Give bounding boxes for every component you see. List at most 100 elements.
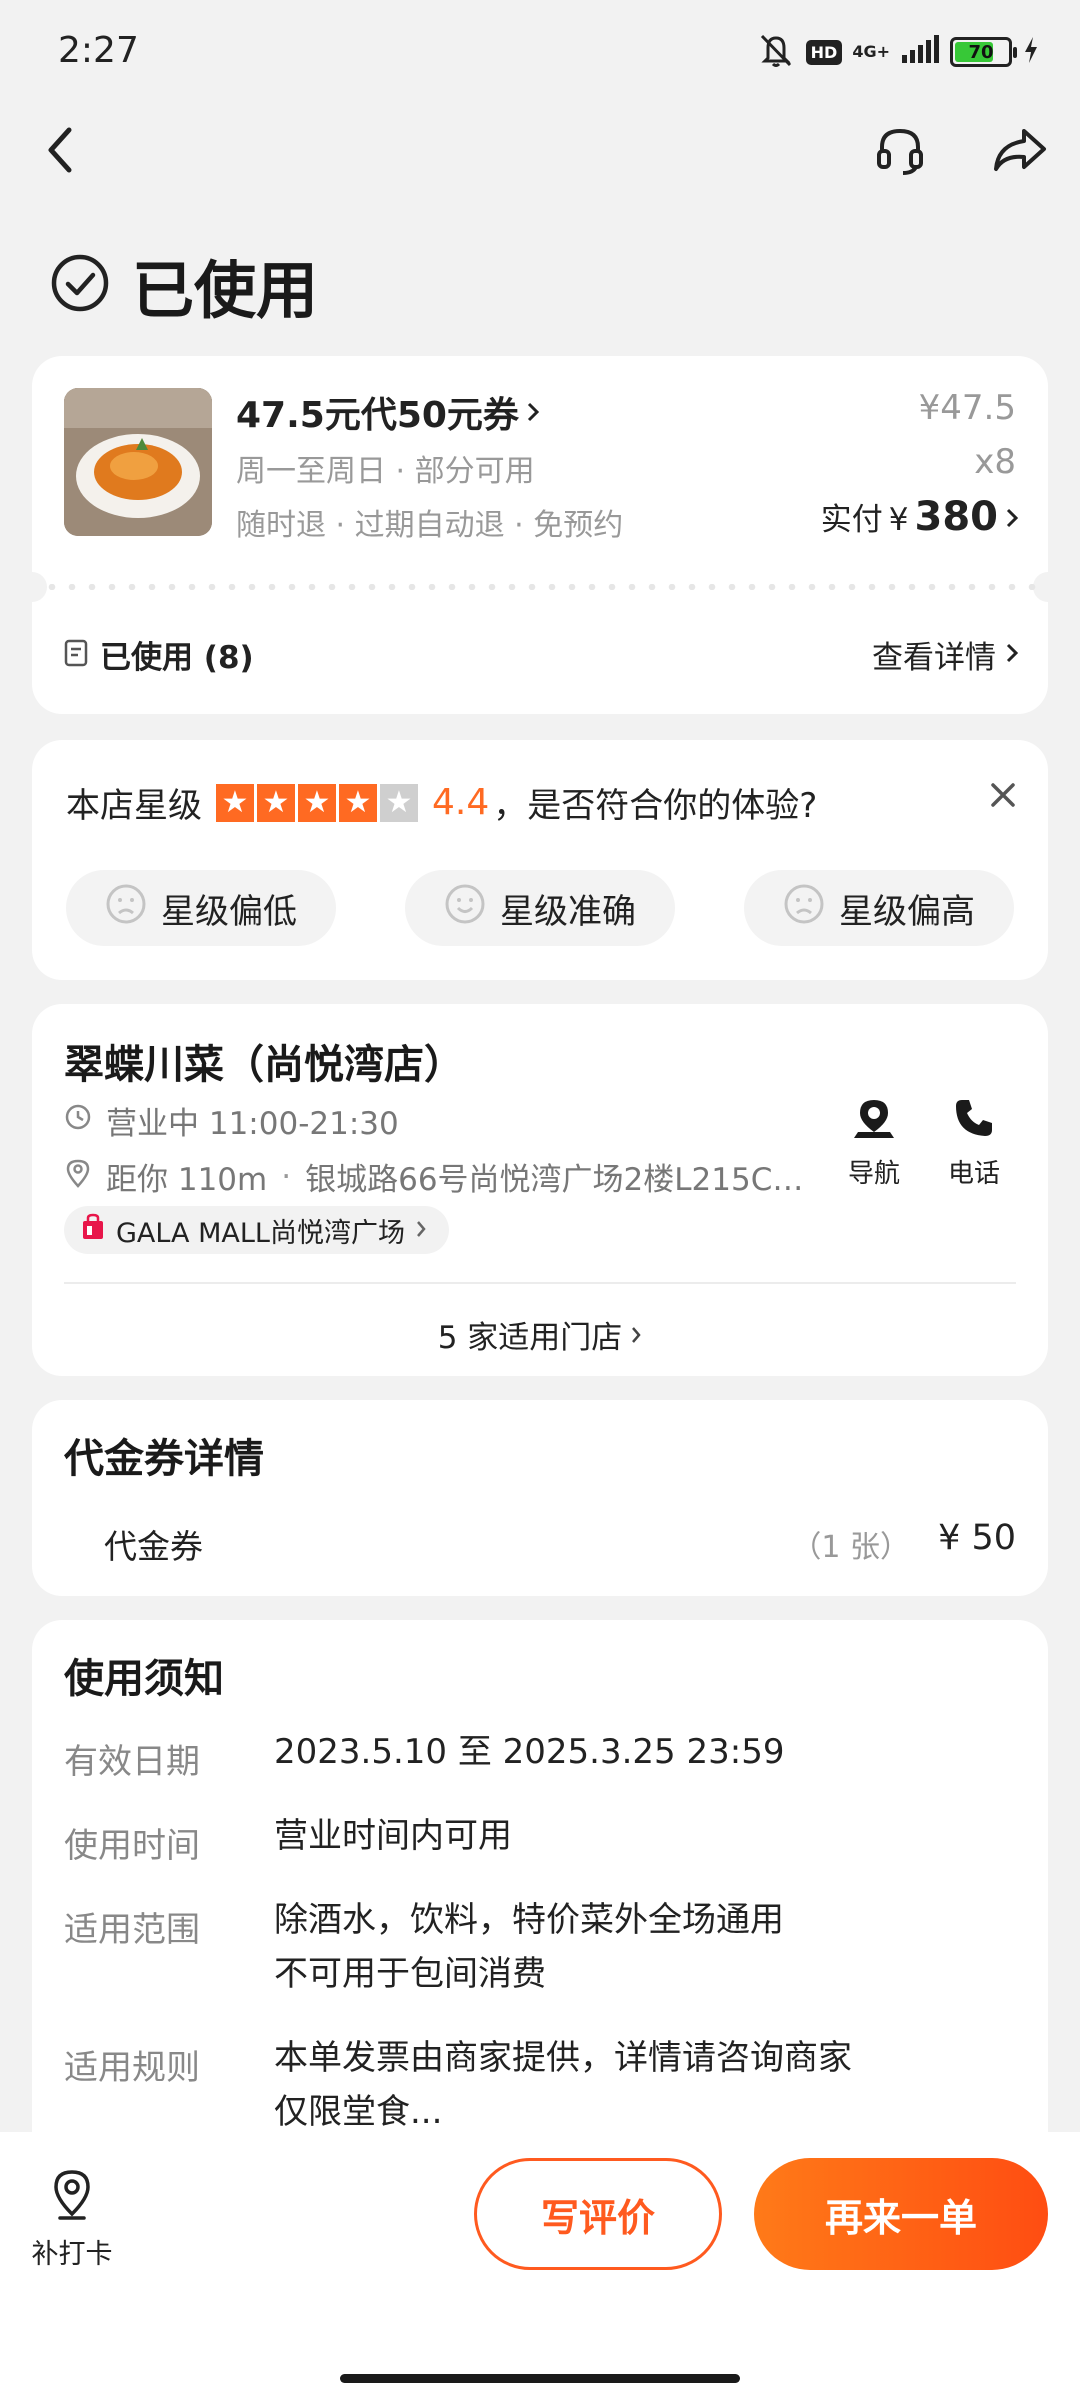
coupon-title: 47.5元代50元券 <box>236 395 519 436</box>
view-details-label: 查看详情 <box>872 640 996 676</box>
rating-low-button[interactable]: 星级偏低 <box>66 870 336 946</box>
store-hours-row: 营业中 11:00-21:30 <box>64 1098 399 1143</box>
rating-low-label: 星级偏低 <box>161 891 297 932</box>
ticket-divider <box>42 584 1038 590</box>
bottom-action-bar: 补打卡 写评价 再来一单 <box>0 2132 1080 2400</box>
rating-accurate-label: 星级准确 <box>500 891 636 932</box>
star-filled-icon: ★ <box>216 783 254 822</box>
battery-level: 70 <box>968 41 994 63</box>
status-icons: HD 4G+ 70 <box>756 32 1040 72</box>
star-filled-icon: ★ <box>298 783 336 822</box>
close-icon[interactable] <box>988 780 1018 814</box>
customer-service-icon[interactable] <box>870 120 930 180</box>
dish-image[interactable] <box>64 388 212 536</box>
store-address-row[interactable]: 距你 110m · 银城路66号尚悦湾广场2楼L215C… <box>64 1154 803 1199</box>
unit-price: ¥47.5 <box>918 388 1016 428</box>
store-card: 翠蝶川菜（尚悦湾店） 营业中 11:00-21:30 距你 110m · 银城路… <box>32 1004 1048 1376</box>
view-details-link[interactable]: 查看详情 <box>872 632 1020 677</box>
battery-icon: 70 <box>950 37 1017 67</box>
smile-face-icon <box>444 883 486 934</box>
voucher-item-count: （1 张） <box>791 1530 910 1565</box>
paid-currency: ¥ <box>888 502 909 538</box>
status-title: 已使用 <box>132 254 319 327</box>
coupon-card: 47.5元代50元券 周一至周日 · 部分可用 随时退 · 过期自动退 · 免预… <box>17 356 1063 714</box>
charging-icon <box>1022 35 1040 69</box>
note-value: 不可用于包间消费 <box>274 1954 546 1994</box>
applicable-stores-link[interactable]: 5 家适用门店 <box>32 1312 1048 1357</box>
home-indicator[interactable] <box>340 2374 740 2383</box>
paid-label: 实付 <box>820 502 883 538</box>
mall-tag[interactable]: GALA MALL尚悦湾广场 <box>64 1206 449 1254</box>
clock-icon <box>64 1103 92 1139</box>
note-label: 适用规则 <box>64 2048 200 2088</box>
applicable-stores-label: 5 家适用门店 <box>437 1320 623 1356</box>
reorder-button[interactable]: 再来一单 <box>754 2158 1048 2270</box>
rating-label: 本店星级 <box>66 786 202 826</box>
chevron-right-icon <box>1004 506 1020 534</box>
separator-dot: · <box>281 1158 292 1195</box>
note-label: 有效日期 <box>64 1742 200 1782</box>
note-value: 本单发票由商家提供，详情请咨询商家 <box>274 2038 852 2078</box>
store-hours: 营业中 11:00-21:30 <box>106 1106 399 1142</box>
rating-score: 4.4 <box>432 782 490 823</box>
paid-amount-link[interactable]: 实付 ¥ 380 <box>821 494 1020 540</box>
navigation-pin-icon <box>852 1096 896 1147</box>
sad-face-icon <box>783 883 825 934</box>
checkin-label: 补打卡 <box>31 2239 113 2270</box>
mute-icon <box>756 32 796 72</box>
chevron-right-icon <box>525 392 541 433</box>
star-filled-icon: ★ <box>339 783 377 822</box>
note-value: 仅限堂食... <box>274 2092 443 2132</box>
sad-face-icon <box>105 883 147 934</box>
mall-name: GALA MALL尚悦湾广场 <box>116 1217 405 1249</box>
voucher-item-name: 代金券 <box>104 1527 203 1566</box>
navigate-button[interactable]: 导航 <box>848 1096 900 1190</box>
coupon-refund-terms: 随时退 · 过期自动退 · 免预约 <box>236 508 624 543</box>
back-icon[interactable] <box>30 120 90 180</box>
page-title: 已使用 <box>50 240 318 330</box>
rating-high-label: 星级偏高 <box>839 891 975 932</box>
receipt-icon <box>64 639 88 671</box>
store-name[interactable]: 翠蝶川菜（尚悦湾店） <box>64 1032 464 1090</box>
phone-icon <box>952 1096 996 1147</box>
note-value: 营业时间内可用 <box>274 1816 512 1856</box>
voucher-details-heading: 代金券详情 <box>64 1436 264 1482</box>
star-filled-icon: ★ <box>257 783 295 822</box>
chevron-right-icon <box>630 1317 642 1353</box>
divider <box>64 1282 1016 1284</box>
rating-row: 本店星级 ★ ★ ★ ★ ★ 4.4 ，是否符合你的体验? <box>66 778 817 827</box>
coupon-availability: 周一至周日 · 部分可用 <box>236 454 535 489</box>
chevron-right-icon <box>415 1215 427 1246</box>
usage-notes-heading: 使用须知 <box>64 1656 224 1702</box>
voucher-details-card: 代金券详情 代金券 （1 张） ¥ 50 <box>32 1400 1048 1596</box>
call-button[interactable]: 电话 <box>948 1096 1000 1190</box>
star-empty-icon: ★ <box>380 783 418 822</box>
network-label: 4G+ <box>852 42 890 61</box>
chevron-right-icon <box>1004 641 1020 669</box>
rating-high-button[interactable]: 星级偏高 <box>744 870 1014 946</box>
check-circle-icon <box>50 253 110 317</box>
checkin-button[interactable]: 补打卡 <box>30 2168 114 2271</box>
paid-amount: 380 <box>914 494 999 540</box>
shopping-bag-icon <box>80 1213 106 1248</box>
note-value: 2023.5.10 至 2025.3.25 23:59 <box>274 1732 785 1772</box>
star-rating: ★ ★ ★ ★ ★ <box>216 783 418 822</box>
navigate-label: 导航 <box>848 1159 901 1189</box>
write-review-button[interactable]: 写评价 <box>474 2158 722 2270</box>
note-label: 使用时间 <box>64 1826 200 1866</box>
call-label: 电话 <box>948 1159 1001 1189</box>
note-label: 适用范围 <box>64 1910 200 1950</box>
rating-accurate-button[interactable]: 星级准确 <box>405 870 675 946</box>
location-pin-icon <box>50 2168 94 2224</box>
rating-question: ，是否符合你的体验? <box>493 786 818 826</box>
coupon-title-link[interactable]: 47.5元代50元券 <box>236 386 541 438</box>
status-time: 2:27 <box>58 30 139 71</box>
location-pin-icon <box>64 1158 92 1196</box>
share-icon[interactable] <box>990 120 1050 180</box>
quantity: x8 <box>974 442 1016 482</box>
rating-card: 本店星级 ★ ★ ★ ★ ★ 4.4 ，是否符合你的体验? 星级偏低 星级准确 星级偏高 <box>32 740 1048 980</box>
note-value: 除酒水，饮料，特价菜外全场通用 <box>274 1900 784 1940</box>
store-address: 银城路66号尚悦湾广场2楼L215C… <box>305 1162 804 1198</box>
used-label: 已使用 (8) <box>100 640 254 676</box>
signal-icon <box>900 35 940 69</box>
